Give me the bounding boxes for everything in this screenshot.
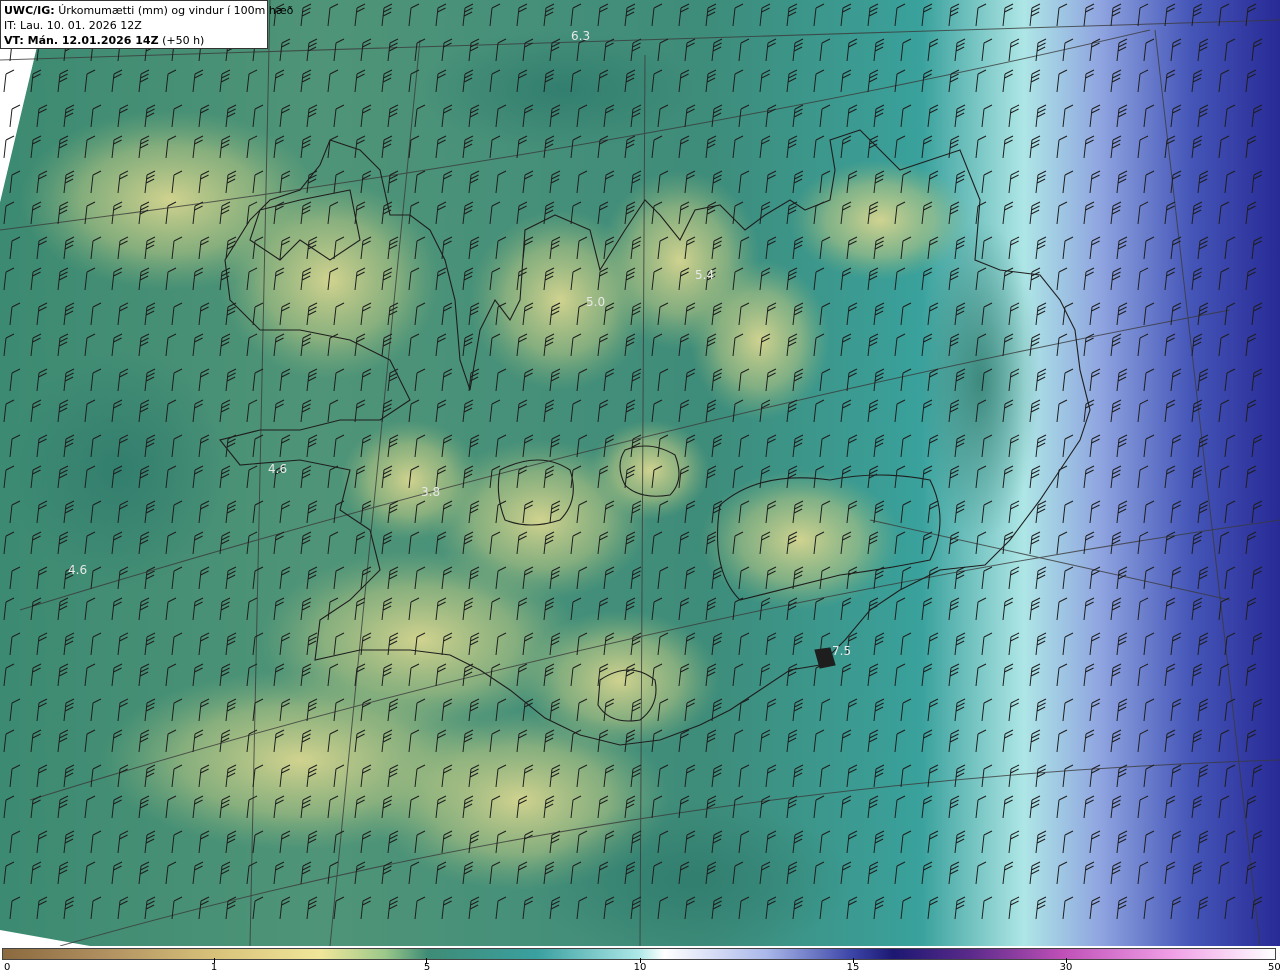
colorbar-tick: 50 xyxy=(1268,962,1280,973)
value-label: 7.5 xyxy=(832,644,851,658)
colorbar-tick: 5 xyxy=(423,962,431,973)
lead-time: (+50 h) xyxy=(162,34,205,47)
product-label: UWC/IG: xyxy=(4,4,55,17)
value-label: 3.8 xyxy=(421,485,440,499)
value-label: 5.0 xyxy=(586,295,605,309)
init-time: IT: Lau. 10. 01. 2026 12Z xyxy=(4,19,142,32)
colorbar-tick: 10 xyxy=(633,962,647,973)
value-label: 4.6 xyxy=(268,462,287,476)
colorbar-tick: 30 xyxy=(1059,962,1073,973)
colorbar-tick: 0 xyxy=(4,962,11,973)
map-info-box: UWC/IG: Úrkomumætti (mm) og vindur í 100… xyxy=(0,0,293,49)
field-title: Úrkomumætti (mm) og vindur í 100m hæð xyxy=(58,4,294,17)
colorbar-tick: 1 xyxy=(210,962,218,973)
value-label: 5.4 xyxy=(695,268,714,282)
valid-time: VT: Mán. 12.01.2026 14Z xyxy=(4,34,159,47)
colorbar: 0 1 5 10 15 30 50 xyxy=(0,946,1280,978)
precipitation-field: 6.3 5.4 5.0 4.6 3.8 4.6 7.5 xyxy=(0,0,1280,946)
colorbar-strip xyxy=(2,948,1276,960)
value-label: 6.3 xyxy=(571,29,590,43)
value-label: 4.6 xyxy=(68,563,87,577)
valid-time-row: VT: Mán. 12.01.2026 14Z (+50 h) xyxy=(4,33,264,48)
colorbar-tick: 15 xyxy=(846,962,860,973)
weather-map: 6.3 5.4 5.0 4.6 3.8 4.6 7.5 UWC/IG: Úrko… xyxy=(0,0,1280,946)
title-row: UWC/IG: Úrkomumætti (mm) og vindur í 100… xyxy=(4,3,293,18)
